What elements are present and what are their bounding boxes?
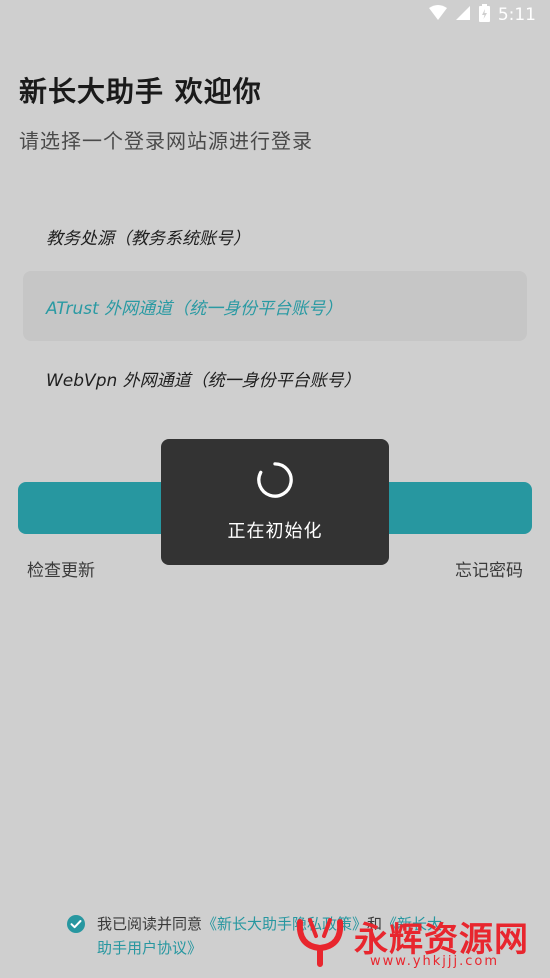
page-subtitle: 请选择一个登录网站源进行登录 [19, 129, 313, 153]
source-option-label: WebVpn 外网通道（统一身份平台账号） [46, 370, 361, 391]
check-update-link[interactable]: 检查更新 [27, 556, 95, 581]
source-option-jwc[interactable]: 教务处源（教务系统账号） [23, 201, 527, 271]
watermark-logo-icon [296, 918, 344, 967]
wifi-icon [428, 5, 447, 25]
watermark-url: www.yhkjjj.com [370, 954, 500, 969]
watermark: 永辉资源网 www.yhkjjj.com [294, 910, 542, 974]
cellular-signal-icon [455, 5, 471, 25]
loading-text: 正在初始化 [227, 521, 323, 542]
source-option-label: ATrust 外网通道（统一身份平台账号） [46, 298, 343, 319]
battery-charging-icon [478, 4, 490, 26]
page-title: 新长大助手 欢迎你 [19, 75, 262, 108]
status-time: 5:11 [497, 5, 536, 25]
source-option-atrust[interactable]: ATrust 外网通道（统一身份平台账号） [23, 271, 527, 341]
forgot-password-link[interactable]: 忘记密码 [455, 556, 523, 581]
loading-spinner-icon [257, 462, 293, 498]
status-bar: 5:11 [0, 0, 550, 30]
source-option-webvpn[interactable]: WebVpn 外网通道（统一身份平台账号） [23, 343, 527, 413]
app-screen: 5:11 新长大助手 欢迎你 请选择一个登录网站源进行登录 教务处源（教务系统账… [0, 0, 550, 978]
source-option-label: 教务处源（教务系统账号） [46, 228, 250, 249]
loading-dialog: 正在初始化 [161, 439, 389, 565]
agreement-prefix: 我已阅读并同意 [97, 915, 203, 933]
check-circle-icon[interactable] [66, 914, 86, 934]
